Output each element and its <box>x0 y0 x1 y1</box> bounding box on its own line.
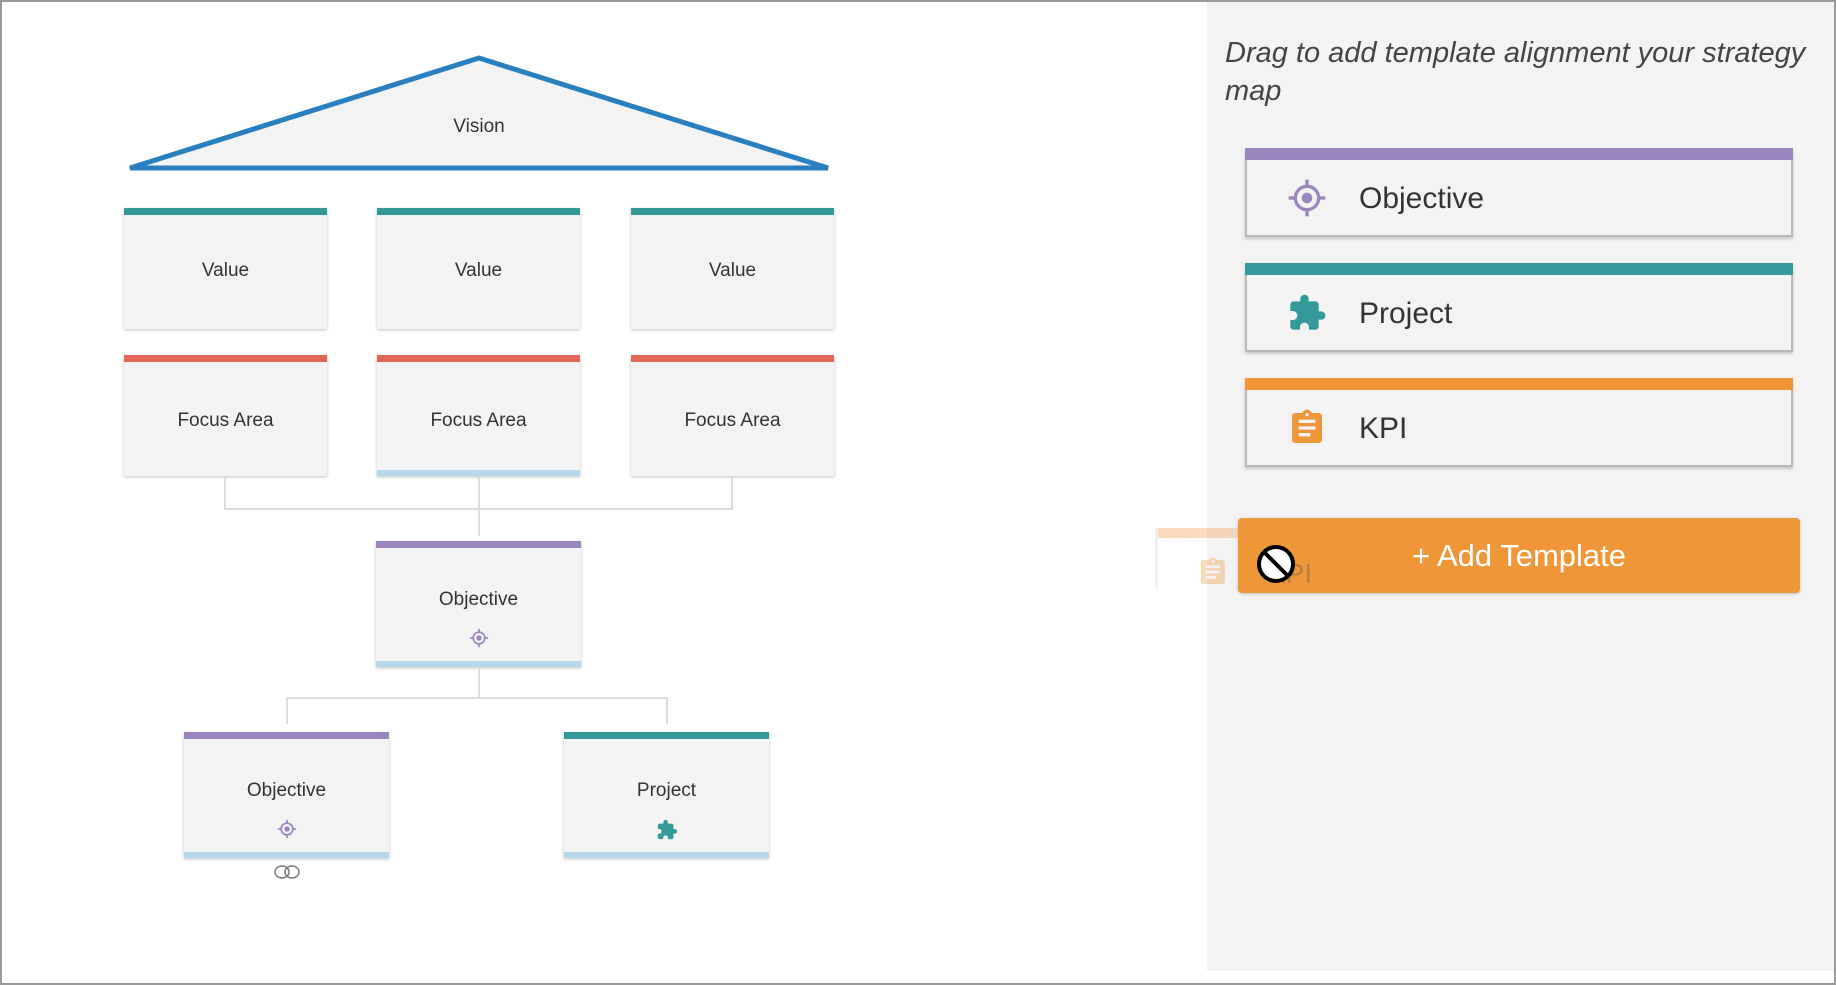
connector-line <box>478 667 480 699</box>
focus-area-color-bar <box>377 355 580 362</box>
project-card-child[interactable]: Project <box>564 732 769 858</box>
objective-card-main[interactable]: Objective <box>376 541 581 667</box>
value-color-bar <box>631 208 834 215</box>
selection-indicator-bar <box>184 852 389 858</box>
objective-color-bar <box>184 732 389 739</box>
template-color-bar <box>1245 378 1793 390</box>
connector-line <box>224 476 226 510</box>
puzzle-icon <box>657 819 677 840</box>
vision-triangle-shape <box>129 55 829 171</box>
clipboard-icon <box>1292 409 1322 443</box>
link-icon[interactable] <box>273 864 303 880</box>
connector-line <box>731 476 733 510</box>
objective-label: Objective <box>246 780 327 801</box>
connector-line <box>286 697 668 699</box>
template-color-bar <box>1245 148 1793 160</box>
focus-area-card-3[interactable]: Focus Area <box>631 355 834 476</box>
focus-area-label: Focus Area <box>684 410 781 431</box>
vision-node[interactable]: Vision <box>124 54 834 176</box>
drag-ghost-color-bar <box>1155 528 1685 538</box>
focus-area-color-bar <box>631 355 834 362</box>
project-color-bar <box>564 732 769 739</box>
value-card-1[interactable]: Value <box>124 208 327 329</box>
objective-color-bar <box>376 541 581 548</box>
puzzle-icon <box>1290 294 1326 330</box>
value-label: Value <box>454 260 503 281</box>
value-card-3[interactable]: Value <box>631 208 834 329</box>
target-icon <box>469 628 488 648</box>
target-icon <box>1288 179 1326 217</box>
template-objective[interactable]: Objective <box>1245 148 1793 237</box>
connector-line <box>224 508 733 510</box>
panel-title: Drag to add template alignment your stra… <box>1225 37 1806 107</box>
value-color-bar <box>377 208 580 215</box>
clipboard-icon <box>1201 557 1225 584</box>
drag-ghost-border <box>1155 528 1158 588</box>
objective-label: Objective <box>438 589 519 610</box>
template-color-bar <box>1245 263 1793 275</box>
strategy-map-canvas[interactable]: Vision Value Value Value Focus Area Focu… <box>2 2 1206 981</box>
value-color-bar <box>124 208 327 215</box>
not-allowed-cursor-icon <box>1257 545 1295 583</box>
template-kpi[interactable]: KPI <box>1245 378 1793 467</box>
value-label: Value <box>708 260 757 281</box>
focus-area-label: Focus Area <box>177 410 274 431</box>
value-label: Value <box>201 260 250 281</box>
template-label: Objective <box>1359 182 1485 215</box>
project-label: Project <box>636 780 697 801</box>
target-icon <box>277 819 296 839</box>
template-panel: Drag to add template alignment your stra… <box>1207 2 1834 971</box>
connector-line <box>478 476 480 536</box>
drag-ghost-kpi: KPI <box>1155 528 1685 589</box>
objective-card-child[interactable]: Objective <box>184 732 389 858</box>
template-project[interactable]: Project <box>1245 263 1793 352</box>
focus-area-card-2[interactable]: Focus Area <box>377 355 580 476</box>
template-label: KPI <box>1359 412 1408 445</box>
focus-area-card-1[interactable]: Focus Area <box>124 355 327 476</box>
connector-line <box>666 697 668 724</box>
focus-area-color-bar <box>124 355 327 362</box>
vision-label: Vision <box>453 116 505 137</box>
focus-area-label: Focus Area <box>430 410 527 431</box>
template-label: Project <box>1359 297 1453 330</box>
selection-indicator-bar <box>564 852 769 858</box>
connector-line <box>286 697 288 724</box>
value-card-2[interactable]: Value <box>377 208 580 329</box>
